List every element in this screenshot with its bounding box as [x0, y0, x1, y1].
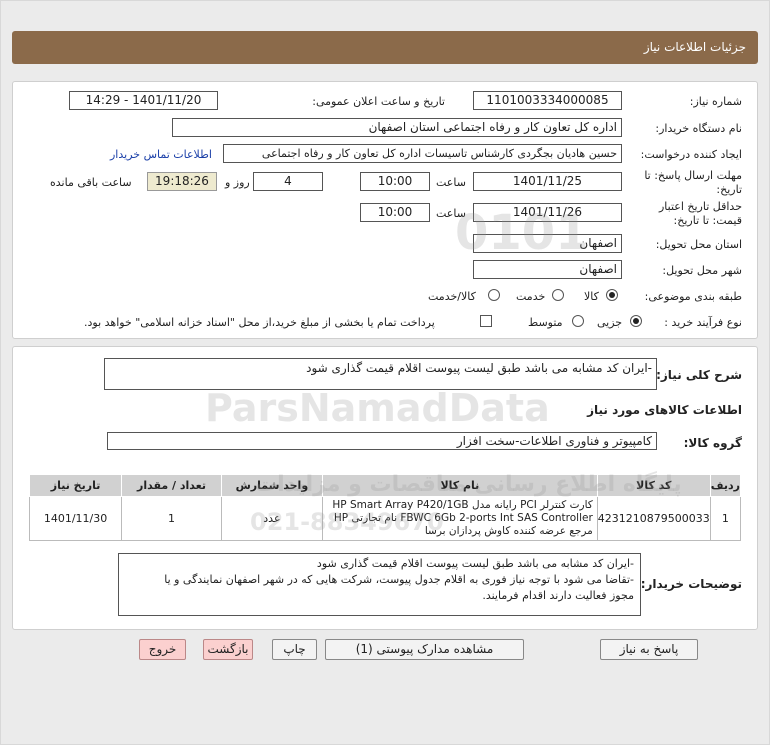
buyer-notes-field: -ایران کد مشابه می باشد طبق لیست پیوست ا… — [118, 553, 641, 616]
process-radio-minor[interactable] — [630, 315, 642, 327]
col-row: ردیف — [709, 474, 742, 497]
category-radio-both[interactable] — [488, 289, 500, 301]
col-code: کد کالا — [596, 474, 711, 497]
buyer-notes-line: مجوز فعالیت دارند اقدام فرمایند. — [482, 589, 634, 602]
remaining-label: ساعت باقی مانده — [50, 176, 132, 189]
days-field: 4 — [253, 172, 323, 191]
treasury-payment-note: پرداخت تمام یا بخشی از مبلغ خرید،از محل … — [84, 316, 435, 329]
row-name: کارت کنترلر PCI رایانه مدل HP Smart Arra… — [321, 496, 598, 541]
process-radio-medium[interactable] — [572, 315, 584, 327]
creator-label: ایجاد کننده درخواست: — [640, 148, 742, 161]
row-code: 4231210879500033 — [596, 496, 711, 541]
creator-field: حسین هادیان بجگردی کارشناس تاسیسات اداره… — [223, 144, 622, 163]
process-option-medium: متوسط — [528, 316, 563, 329]
reply-button[interactable]: پاسخ به نیاز — [600, 639, 698, 660]
announce-label: تاریخ و ساعت اعلان عمومی: — [312, 95, 445, 108]
deadline-time-field: 10:00 — [360, 172, 430, 191]
category-option-both: کالا/خدمت — [428, 290, 476, 303]
category-option-goods: کالا — [584, 290, 599, 303]
city-label: شهر محل تحویل: — [662, 264, 742, 277]
page-header: جزئیات اطلاعات نیاز — [12, 31, 758, 64]
announce-field: 1401/11/20 - 14:29 — [69, 91, 218, 110]
deadline-label: مهلت ارسال پاسخ: تا — [644, 169, 742, 182]
goods-group-field: کامپیوتر و فناوری اطلاعات-سخت افزار — [107, 432, 657, 450]
validity-time-label: ساعت — [436, 207, 466, 220]
goods-group-label: گروه کالا: — [683, 436, 742, 450]
row-date: 1401/11/30 — [28, 496, 123, 541]
goods-table: ردیف کد کالا نام کالا واحد شمارش تعداد /… — [28, 474, 742, 541]
category-option-service: خدمت — [516, 290, 546, 303]
row-qty: 1 — [121, 496, 222, 541]
process-label: نوع فرآیند خرید : — [664, 316, 742, 329]
table-row: 1 4231210879500033 کارت کنترلر PCI رایان… — [28, 496, 742, 541]
validity-label-2: قیمت: تا تاریخ: — [673, 214, 742, 227]
category-radio-service[interactable] — [552, 289, 564, 301]
validity-date-field: 1401/11/26 — [473, 203, 622, 222]
days-label: روز و — [225, 176, 250, 189]
validity-label: حداقل تاریخ اعتبار — [658, 200, 742, 213]
exit-button[interactable]: خروج — [139, 639, 186, 660]
need-number-field: 1101003334000085 — [473, 91, 622, 110]
row-unit: عدد — [220, 496, 323, 541]
category-label: طبقه بندی موضوعی: — [644, 290, 742, 303]
treasury-payment-checkbox[interactable] — [480, 315, 492, 327]
deadline-label-2: تاریخ: — [716, 183, 742, 196]
buyer-notes-line: -ایران کد مشابه می باشد طبق لیست پیوست ا… — [316, 557, 634, 570]
col-name: نام کالا — [321, 474, 598, 497]
col-unit: واحد شمارش — [220, 474, 323, 497]
col-date: تاریخ نیاز — [28, 474, 123, 497]
goods-table-header: ردیف کد کالا نام کالا واحد شمارش تعداد /… — [28, 474, 742, 497]
province-field: اصفهان — [473, 234, 622, 253]
remaining-time-field: 19:18:26 — [147, 172, 217, 191]
summary-field: -ایران کد مشابه می باشد طبق لیست پیوست ا… — [104, 358, 657, 390]
print-button[interactable]: چاپ — [272, 639, 317, 660]
goods-section-title: اطلاعات کالاهای مورد نیاز — [587, 403, 742, 417]
view-attachments-button[interactable]: مشاهده مدارک پیوستی (1) — [325, 639, 524, 660]
row-number: 1 — [709, 496, 742, 541]
city-field: اصفهان — [473, 260, 622, 279]
summary-label: شرح کلی نیاز: — [656, 368, 742, 382]
buyer-contact-link[interactable]: اطلاعات تماس خریدار — [110, 148, 212, 161]
category-radio-goods[interactable] — [606, 289, 618, 301]
deadline-time-label: ساعت — [436, 176, 466, 189]
need-number-label: شماره نیاز: — [689, 95, 742, 108]
buyer-notes-label: توضیحات خریدار: — [640, 577, 742, 591]
deadline-date-field: 1401/11/25 — [473, 172, 622, 191]
process-option-minor: جزیی — [597, 316, 623, 329]
back-button[interactable]: بازگشت — [203, 639, 253, 660]
col-qty: تعداد / مقدار — [121, 474, 222, 497]
buyer-label: نام دستگاه خریدار: — [655, 122, 742, 135]
buyer-notes-line: -تقاضا می شود با توجه نیاز فوری به اقلام… — [164, 573, 634, 586]
buyer-field: اداره کل تعاون کار و رفاه اجتماعی استان … — [172, 118, 622, 137]
page-title: جزئیات اطلاعات نیاز — [643, 40, 746, 54]
validity-time-field: 10:00 — [360, 203, 430, 222]
province-label: استان محل تحویل: — [655, 238, 742, 251]
